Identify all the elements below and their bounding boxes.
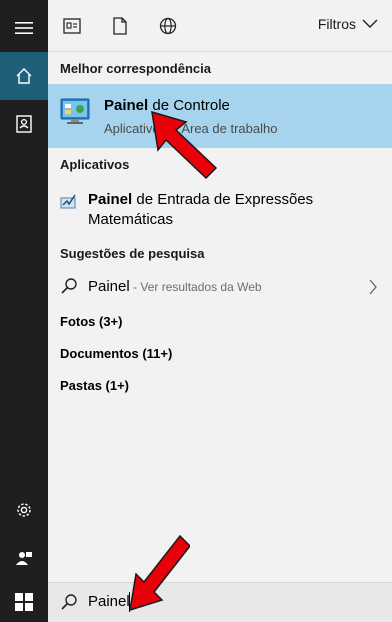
- navigation-rail: [0, 0, 48, 622]
- gear-icon[interactable]: [0, 486, 48, 534]
- globe-icon[interactable]: [156, 14, 180, 38]
- suggestion-text: Painel - Ver resultados da Web: [88, 278, 262, 295]
- contact-card-icon[interactable]: [0, 100, 48, 148]
- user-feedback-icon[interactable]: [0, 534, 48, 582]
- text-caret: [129, 592, 130, 612]
- suggestions-heading: Sugestões de pesquisa: [60, 246, 205, 261]
- document-icon[interactable]: [108, 14, 132, 38]
- category-folders[interactable]: Pastas (1+): [60, 378, 129, 393]
- chevron-down-icon: [362, 19, 378, 28]
- news-apps-icon[interactable]: [60, 14, 84, 38]
- best-match-title-rest: de Controle: [148, 97, 230, 114]
- best-match-heading: Melhor correspondência: [60, 61, 211, 76]
- best-match-subtitle: Aplicativo da Área de trabalho: [104, 121, 278, 136]
- search-icon: [61, 278, 77, 294]
- filters-button[interactable]: Filtros: [318, 16, 378, 32]
- best-match-result[interactable]: Painel de Controle Aplicativo da Área de…: [48, 84, 392, 148]
- app-result-title: Painel de Entrada de Expressões Matemáti…: [88, 190, 338, 230]
- best-match-title-bold: Painel: [104, 97, 149, 114]
- chevron-right-icon: [369, 279, 377, 295]
- suggestion-note: - Ver resultados da Web: [129, 280, 262, 294]
- hamburger-menu-icon[interactable]: [0, 4, 48, 52]
- web-suggestion[interactable]: Painel - Ver resultados da Web: [48, 272, 392, 302]
- category-documents[interactable]: Documentos (11+): [60, 346, 172, 361]
- home-icon[interactable]: [0, 52, 48, 100]
- suggestion-query: Painel: [88, 278, 130, 295]
- search-input[interactable]: [88, 593, 368, 610]
- search-box[interactable]: [48, 582, 392, 622]
- category-photos[interactable]: Fotos (3+): [60, 314, 122, 329]
- control-panel-icon: [60, 96, 90, 126]
- search-toolbar: Filtros: [48, 0, 392, 52]
- search-panel: Filtros Melhor correspondência Painel de…: [48, 0, 392, 622]
- app-result-title-bold: Painel: [88, 191, 133, 208]
- windows-logo-icon[interactable]: [0, 578, 48, 622]
- search-icon: [61, 594, 77, 610]
- apps-heading: Aplicativos: [60, 157, 130, 172]
- app-result[interactable]: Painel de Entrada de Expressões Matemáti…: [48, 184, 392, 232]
- best-match-title: Painel de Controle: [104, 97, 230, 114]
- math-input-panel-icon: [60, 192, 78, 210]
- filters-label: Filtros: [317, 16, 356, 32]
